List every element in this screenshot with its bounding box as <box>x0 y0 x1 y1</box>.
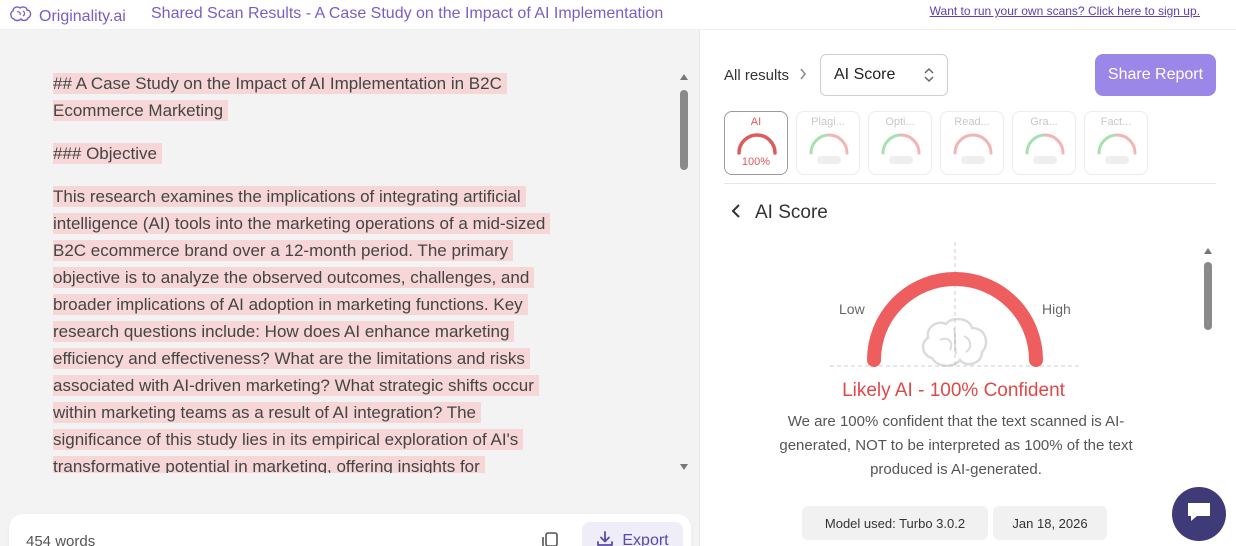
signup-link[interactable]: Want to run your own scans? Click here t… <box>930 4 1200 18</box>
tab-label: Plagi... <box>811 116 845 128</box>
tab-label: Read... <box>954 116 990 128</box>
document-paragraph: This research examines the implications … <box>53 183 613 473</box>
score-tabs: AI 100% Plagi... Opti... Read... Gra... … <box>724 111 1148 175</box>
tab-label: Gra... <box>1030 116 1058 128</box>
highlighted-line: This research examines the implications … <box>53 186 526 207</box>
mini-gauge-icon <box>737 133 777 155</box>
results-panel: All results AI Score Share Report AI 100… <box>701 30 1236 546</box>
mini-gauge-icon <box>953 133 993 155</box>
blurred-value <box>817 156 841 164</box>
chat-icon <box>1185 500 1213 529</box>
scroll-down-arrow-icon[interactable] <box>680 464 688 470</box>
tab-label: Opti... <box>885 116 915 128</box>
document-scrollbar[interactable] <box>680 74 688 470</box>
tab-plagiarism[interactable]: Plagi... <box>796 111 860 175</box>
copy-icon[interactable] <box>540 531 560 546</box>
updown-chevron-icon <box>923 66 935 89</box>
blurred-value <box>1105 156 1129 164</box>
page-title: Shared Scan Results - A Case Study on th… <box>151 5 664 22</box>
mini-gauge-icon <box>881 133 921 155</box>
verdict-explanation: We are 100% confident that the text scan… <box>779 413 1133 478</box>
tab-label: Fact... <box>1100 116 1132 128</box>
ai-score-gauge <box>830 242 1080 368</box>
document-text: ## A Case Study on the Impact of AI Impl… <box>53 70 613 473</box>
section-title: AI Score <box>755 202 828 223</box>
back-chevron-icon[interactable] <box>731 202 741 224</box>
result-type-select[interactable]: AI Score <box>820 54 948 96</box>
highlighted-line: associated with AI-driven marketing? Wha… <box>53 375 539 396</box>
chevron-right-icon <box>799 67 807 84</box>
blurred-value <box>961 156 985 164</box>
mini-gauge-icon <box>809 133 849 155</box>
highlighted-line: ### Objective <box>53 143 162 164</box>
document-footer: 454 words Export <box>9 514 691 546</box>
mini-gauge-icon <box>1025 133 1065 155</box>
tab-label: AI <box>750 116 762 128</box>
document-panel: ## A Case Study on the Impact of AI Impl… <box>0 30 700 546</box>
highlighted-line: within marketing teams as a result of AI… <box>53 402 482 423</box>
highlighted-line: objective is to analyze the observed out… <box>53 267 535 288</box>
document-heading-2: ### Objective <box>53 140 613 167</box>
divider <box>724 183 1216 184</box>
highlighted-line: B2C ecommerce brand over a 12-month peri… <box>53 240 514 261</box>
breadcrumb[interactable]: All results <box>724 67 807 84</box>
scroll-up-arrow-icon[interactable] <box>680 74 688 80</box>
blurred-value <box>889 156 913 164</box>
word-count: 454 words <box>26 533 96 546</box>
highlighted-line: Ecommerce Marketing <box>53 100 229 121</box>
select-value: AI Score <box>834 66 896 83</box>
section-header: AI Score <box>731 202 828 224</box>
blurred-value <box>1033 156 1057 164</box>
tab-optimization[interactable]: Opti... <box>868 111 932 175</box>
document-heading-1: ## A Case Study on the Impact of AI Impl… <box>53 70 613 124</box>
highlighted-line: transformative potential in marketing, o… <box>53 456 485 473</box>
highlighted-line: research questions include: How does AI … <box>53 321 515 342</box>
scroll-up-arrow-icon[interactable] <box>1204 248 1212 254</box>
tab-fact-check[interactable]: Fact... <box>1084 111 1148 175</box>
tab-grammar[interactable]: Gra... <box>1012 111 1076 175</box>
tab-readability[interactable]: Read... <box>940 111 1004 175</box>
top-bar: Originality.ai Shared Scan Results - A C… <box>0 0 1236 30</box>
tab-value: 100% <box>741 156 771 168</box>
highlighted-line: intelligence (AI) tools into the marketi… <box>53 213 551 234</box>
highlighted-line: significance of this study lies in its e… <box>53 429 524 450</box>
export-label: Export <box>622 532 669 546</box>
results-scrollbar[interactable] <box>1204 248 1212 528</box>
brand-name: Originality.ai <box>39 7 126 25</box>
breadcrumb-all-results[interactable]: All results <box>724 67 789 84</box>
share-report-button[interactable]: Share Report <box>1095 54 1216 96</box>
verdict-text: Likely AI - 100% Confident <box>842 380 1065 401</box>
brain-logo-icon <box>9 4 33 29</box>
model-chip: Model used: Turbo 3.0.2 <box>802 506 988 540</box>
highlighted-line: ## A Case Study on the Impact of AI Impl… <box>53 73 507 94</box>
date-chip: Jan 18, 2026 <box>993 506 1107 540</box>
mini-gauge-icon <box>1097 133 1137 155</box>
highlighted-line: efficiency and effectiveness? What are t… <box>53 348 530 369</box>
chat-support-button[interactable] <box>1172 487 1226 541</box>
download-icon <box>596 530 614 546</box>
scrollbar-thumb[interactable] <box>1204 262 1212 330</box>
highlighted-line: broader implications of AI adoption in m… <box>53 294 528 315</box>
scrollbar-thumb[interactable] <box>680 90 688 170</box>
tab-ai[interactable]: AI 100% <box>724 111 788 175</box>
brand[interactable]: Originality.ai <box>9 4 126 29</box>
export-button[interactable]: Export <box>582 522 683 546</box>
